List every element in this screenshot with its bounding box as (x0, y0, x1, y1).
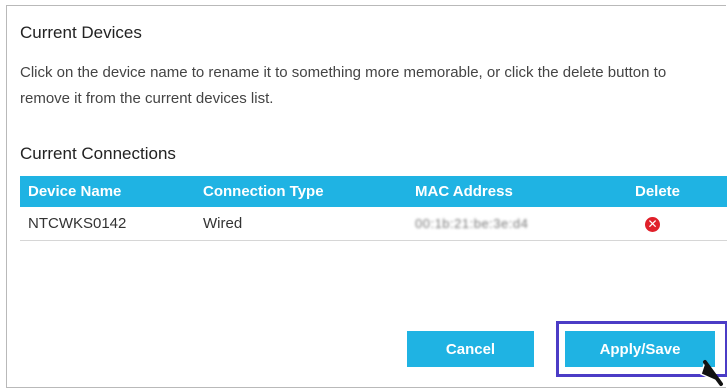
table-row: NTCWKS0142 Wired 00:1b:21:be:3e:d4 ✕ (20, 207, 727, 241)
connections-table: Device Name Connection Type MAC Address … (20, 176, 727, 241)
current-devices-description: Click on the device name to rename it to… (20, 64, 667, 107)
column-header-delete: Delete (635, 183, 681, 200)
current-devices-panel: Current Devices Click on the device name… (6, 5, 727, 388)
column-header-device-name: Device Name (28, 183, 122, 200)
cancel-button[interactable]: Cancel (407, 331, 534, 367)
table-header-row: Device Name Connection Type MAC Address … (20, 176, 727, 207)
connection-type-cell: Wired (203, 215, 243, 232)
device-name-cell[interactable]: NTCWKS0142 (20, 215, 196, 232)
apply-save-button[interactable]: Apply/Save (565, 331, 715, 367)
delete-x-icon[interactable]: ✕ (645, 217, 660, 232)
current-connections-title: Current Connections (20, 144, 176, 163)
delete-cell: ✕ (628, 215, 727, 232)
mac-address-value: 00:1b:21:be:3e:d4 (415, 216, 529, 231)
column-header-mac-address: MAC Address (415, 183, 513, 200)
column-header-connection-type: Connection Type (203, 183, 324, 200)
current-devices-title: Current Devices (20, 23, 142, 42)
mac-address-cell: 00:1b:21:be:3e:d4 (408, 215, 628, 232)
